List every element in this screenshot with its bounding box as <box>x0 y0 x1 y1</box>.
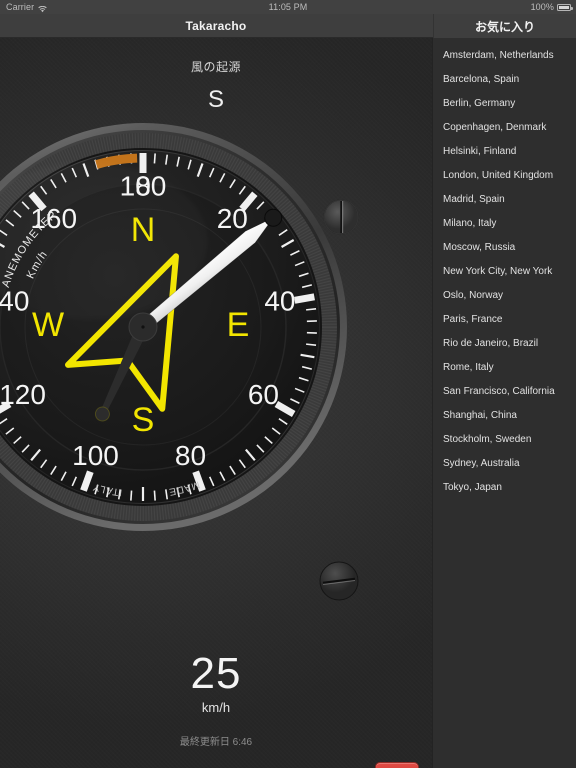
favorites-list-item[interactable]: Helsinki, Finland <box>433 140 576 164</box>
gauge-minor-tick <box>153 490 156 501</box>
favorites-list-item[interactable]: Milano, Italy <box>433 212 576 236</box>
favorites-list-item[interactable]: Shanghai, China <box>433 404 576 428</box>
favorites-list-item[interactable]: Barcelona, Spain <box>433 68 576 92</box>
compass-e: E <box>227 306 250 344</box>
screw-icon <box>318 560 360 602</box>
battery-full-icon <box>557 3 573 11</box>
status-bar-right: 100% <box>530 2 573 12</box>
gauge-scale-number: 20 <box>217 203 248 234</box>
battery-percent-label: 100% <box>530 2 554 12</box>
gauge-scale-number: 60 <box>248 379 279 410</box>
compass-s: S <box>132 401 155 439</box>
favorites-list-item[interactable]: Madrid, Spain <box>433 188 576 212</box>
gauge-minor-tick <box>306 308 317 311</box>
favorites-list-item[interactable]: San Francisco, California <box>433 380 576 404</box>
nav-bar-right: お気に入り <box>433 14 576 38</box>
gauge-scale-number: 100 <box>72 440 119 471</box>
last-updated-label: 最終更新日 6:46 <box>179 737 253 748</box>
gauge-major-tick <box>294 293 315 304</box>
speed-unit: km/h <box>201 700 231 715</box>
page-title: Takaracho <box>185 19 247 33</box>
favorites-list-item[interactable]: Stockholm, Sweden <box>433 428 576 452</box>
gauge-minor-tick <box>306 343 317 346</box>
favorites-list-item[interactable]: Rio de Janeiro, Brazil <box>433 332 576 356</box>
favorites-list-item[interactable]: Tokyo, Japan <box>433 476 576 500</box>
favorites-list-item[interactable]: Oslo, Norway <box>433 284 576 308</box>
favorites-list-item[interactable]: Berlin, Germany <box>433 92 576 116</box>
favorites-list-item[interactable]: New York City, New York <box>433 260 576 284</box>
gauge-minor-tick <box>153 153 156 164</box>
status-bar-time: 11:05 PM <box>268 2 308 12</box>
nav-bar: Takaracho お気に入り <box>0 14 576 38</box>
nav-bar-left: Takaracho <box>0 14 432 38</box>
wind-direction-value: S <box>207 86 224 113</box>
gauge-scale-number: 40 <box>264 285 295 316</box>
gauge-pane: 風の起源 S 20 40 60 80 100 120 ITALY MADE E … <box>0 38 432 768</box>
speed-value: 25 <box>190 649 242 698</box>
screw-icon <box>322 198 360 236</box>
favorites-list-item[interactable]: Sydney, Australia <box>433 452 576 476</box>
gauge-scale-number: 80 <box>175 440 206 471</box>
favorites-list-item[interactable]: Amsterdam, Netherlands <box>433 44 576 68</box>
status-bar: Carrier 11:05 PM 100% <box>0 0 576 14</box>
app-root: Carrier 11:05 PM 100% Takaracho お気に入り 風の… <box>0 0 576 768</box>
anemometer-gauge[interactable]: 020406080100120140160180 ANEMOMETER Km/h… <box>0 121 349 533</box>
favorites-pane: Amsterdam, Netherlands Barcelona, Spain Be… <box>432 38 576 768</box>
favorites-list-item[interactable]: Copenhagen, Denmark <box>433 116 576 140</box>
favorites-list-item[interactable]: Paris, France <box>433 308 576 332</box>
gauge-scale-number: 120 <box>0 379 46 410</box>
gauge-minor-tick <box>130 490 133 501</box>
speed-readout: 25 km/h <box>0 649 432 716</box>
favorites-list-item[interactable]: London, United Kingdom <box>433 164 576 188</box>
wind-origin-label: 風の起源 <box>190 60 241 74</box>
favorites-list-item[interactable]: Rome, Italy <box>433 356 576 380</box>
favorites-title: お気に入り <box>474 19 535 34</box>
info-button[interactable]: INFO <box>375 762 419 768</box>
favorites-list: Amsterdam, Netherlands Barcelona, Spain Be… <box>433 38 576 500</box>
favorites-list-item[interactable]: Moscow, Russia <box>433 236 576 260</box>
